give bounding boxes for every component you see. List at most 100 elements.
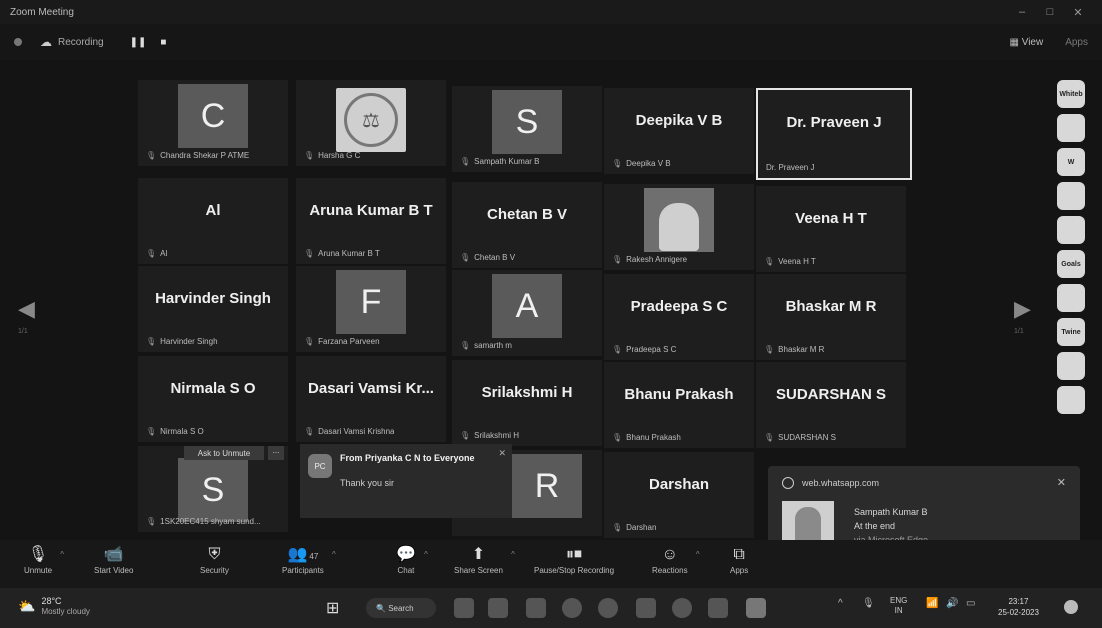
participant-tile[interactable]: Deepika V B 🎙 Deepika V B xyxy=(604,88,754,174)
taskbar-app-folder-icon[interactable] xyxy=(708,598,728,618)
taskbar-app-files-icon[interactable] xyxy=(454,598,474,618)
rail-app-2[interactable] xyxy=(1057,114,1085,142)
apps-button[interactable]: ⧉ Apps xyxy=(730,544,748,575)
close-icon[interactable]: ✕ xyxy=(1057,476,1066,489)
taskbar-app-settings-icon[interactable] xyxy=(636,598,656,618)
participant-tile[interactable]: 🎙 Rakesh Annigere xyxy=(604,184,754,270)
share-screen-icon: ⬆ xyxy=(471,546,486,563)
taskbar-app-edge-icon[interactable] xyxy=(598,598,618,618)
chevron-up-icon[interactable]: ^ xyxy=(332,550,336,559)
rail-app-goals[interactable]: Goals xyxy=(1057,250,1085,278)
weather-widget[interactable]: ⛅ 28°C Mostly cloudy xyxy=(18,596,90,617)
previous-page-arrow-icon[interactable]: ◀ xyxy=(18,296,35,322)
participant-name-label: 🎙 Sampath Kumar B xyxy=(460,157,540,166)
taskbar-app-video-icon[interactable] xyxy=(488,598,508,618)
meeting-toolbar: 🎙 Unmute ^ 📹 Start Video ⛨ Security 👥 47 … xyxy=(0,540,1102,588)
whatsapp-icon xyxy=(782,476,794,489)
wifi-icon[interactable]: 📶 xyxy=(926,598,938,609)
pause-stop-icon: ⏸⏹ xyxy=(566,546,583,563)
participant-tile[interactable]: ⚖ 🎙 Harsha G C xyxy=(296,80,446,166)
rail-app-w[interactable]: W xyxy=(1057,148,1085,176)
taskbar-search[interactable]: 🔍 Search xyxy=(366,598,436,618)
close-icon[interactable]: ✕ xyxy=(498,448,506,459)
more-options-button[interactable]: ... xyxy=(268,446,284,460)
participant-avatar: R xyxy=(512,454,582,518)
participant-tile[interactable]: Harvinder Singh 🎙 Harvinder Singh xyxy=(138,266,288,352)
participant-tile[interactable]: A 🎙 samarth m xyxy=(452,270,602,356)
microphone-tray-icon[interactable]: 🎙 xyxy=(862,598,875,609)
taskbar-app-globe-icon[interactable] xyxy=(672,598,692,618)
chat-button[interactable]: 💬 Chat ^ xyxy=(396,544,428,575)
active-speaker-tile[interactable]: Dr. Praveen J Dr. Praveen J xyxy=(756,88,912,180)
share-screen-button[interactable]: ⬆ Share Screen ^ xyxy=(454,544,515,575)
windows-start-icon[interactable]: ⊞ xyxy=(326,598,339,618)
chevron-up-icon[interactable]: ^ xyxy=(696,550,700,559)
pause-stop-recording-button[interactable]: ⏸⏹ Pause/Stop Recording xyxy=(534,544,614,575)
rail-app-7[interactable] xyxy=(1057,284,1085,312)
unmute-button[interactable]: 🎙 Unmute ^ xyxy=(24,544,64,575)
participant-tile[interactable]: Aruna Kumar B T 🎙 Aruna Kumar B T xyxy=(296,178,446,264)
stop-recording-button[interactable]: ■ xyxy=(160,37,166,48)
participant-tile[interactable]: Bhanu Prakash 🎙 Bhanu Prakash xyxy=(604,362,754,448)
participant-tile[interactable]: Dasari Vamsi Kr... 🎙 Dasari Vamsi Krishna xyxy=(296,356,446,442)
notification-center-icon[interactable] xyxy=(1064,600,1078,614)
rail-app-4[interactable] xyxy=(1057,182,1085,210)
participant-tile[interactable]: Srilakshmi H 🎙 Srilakshmi H xyxy=(452,360,602,446)
participant-tile[interactable]: F 🎙 Farzana Parveen xyxy=(296,266,446,352)
participants-button[interactable]: 👥 47 Participants ^ xyxy=(282,544,336,575)
chat-preview-popup[interactable]: PC From Priyanka C N to Everyone Thank y… xyxy=(300,444,512,518)
taskbar-app-gallery-icon[interactable] xyxy=(526,598,546,618)
next-page-arrow-icon[interactable]: ▶ xyxy=(1014,296,1031,322)
language-indicator[interactable]: ENG IN xyxy=(890,596,907,616)
participant-tile[interactable]: Nirmala S O 🎙 Nirmala S O xyxy=(138,356,288,442)
participant-tile[interactable]: Chetan B V 🎙 Chetan B V xyxy=(452,182,602,268)
ask-to-unmute-button[interactable]: Ask to Unmute xyxy=(184,446,264,460)
participant-name-label: 🎙 Harsha G C xyxy=(304,151,361,160)
taskbar-clock[interactable]: 23:17 25-02-2023 xyxy=(998,596,1039,618)
chevron-up-icon[interactable]: ^ xyxy=(60,550,64,559)
chat-message: Thank you sir xyxy=(340,478,395,488)
participant-tile[interactable]: Bhaskar M R 🎙 Bhaskar M R xyxy=(756,274,906,360)
participant-tile[interactable]: Darshan 🎙 Darshan xyxy=(604,452,754,538)
participant-tile[interactable]: C 🎙 Chandra Shekar P ATME xyxy=(138,80,288,166)
rail-app-9[interactable] xyxy=(1057,352,1085,380)
taskbar-app-zoom-icon[interactable] xyxy=(746,598,766,618)
rail-app-whiteboard[interactable]: Whiteb xyxy=(1057,80,1085,108)
participant-tile[interactable]: Al 🎙 Al xyxy=(138,178,288,264)
chevron-up-icon[interactable]: ^ xyxy=(838,598,843,609)
participant-tile[interactable]: Veena H T 🎙 Veena H T xyxy=(756,186,906,272)
participant-tile[interactable]: Pradeepa S C 🎙 Pradeepa S C xyxy=(604,274,754,360)
participant-name-label: 🎙 Harvinder Singh xyxy=(146,337,218,346)
participant-avatar: F xyxy=(336,270,406,334)
battery-icon[interactable]: ▭ xyxy=(966,598,975,609)
taskbar-app-chrome-icon[interactable] xyxy=(562,598,582,618)
reactions-button[interactable]: ☺ Reactions ^ xyxy=(652,544,700,575)
participant-video-photo xyxy=(644,188,714,252)
rail-app-10[interactable] xyxy=(1057,386,1085,414)
chat-sender-line: From Priyanka C N to Everyone xyxy=(340,453,475,463)
minimize-button[interactable]: – xyxy=(1008,6,1036,18)
participant-name-label: 🎙 Srilakshmi H xyxy=(460,431,520,440)
chevron-up-icon[interactable]: ^ xyxy=(424,550,428,559)
meeting-info-icon[interactable] xyxy=(14,38,22,46)
view-button[interactable]: ▦ View xyxy=(1009,37,1043,48)
participant-tile[interactable]: SUDARSHAN S 🎙 SUDARSHAN S xyxy=(756,362,906,448)
mic-off-icon: 🎙 xyxy=(27,546,49,563)
participants-count: 47 xyxy=(309,552,319,561)
apps-top-button[interactable]: Apps xyxy=(1065,37,1088,48)
close-window-button[interactable]: ✕ xyxy=(1064,6,1092,19)
apps-rail: Whiteb W Goals Twine xyxy=(1054,80,1088,460)
speaker-icon[interactable]: 🔊 xyxy=(946,598,958,609)
muted-mic-icon: 🎙 xyxy=(612,523,623,532)
rail-app-5[interactable] xyxy=(1057,216,1085,244)
muted-mic-icon: 🎙 xyxy=(460,341,471,350)
security-button[interactable]: ⛨ Security xyxy=(200,544,229,575)
maximize-button[interactable]: □ xyxy=(1036,6,1064,18)
participant-display-name: Dasari Vamsi Kr... xyxy=(308,380,434,397)
chevron-up-icon[interactable]: ^ xyxy=(511,550,515,559)
participant-name-label: 🎙 Deepika V B xyxy=(612,159,671,168)
participant-tile[interactable]: S 🎙 Sampath Kumar B xyxy=(452,86,602,172)
start-video-button[interactable]: 📹 Start Video xyxy=(94,544,133,575)
rail-app-twine[interactable]: Twine xyxy=(1057,318,1085,346)
pause-recording-button[interactable]: ❚❚ xyxy=(130,37,147,48)
